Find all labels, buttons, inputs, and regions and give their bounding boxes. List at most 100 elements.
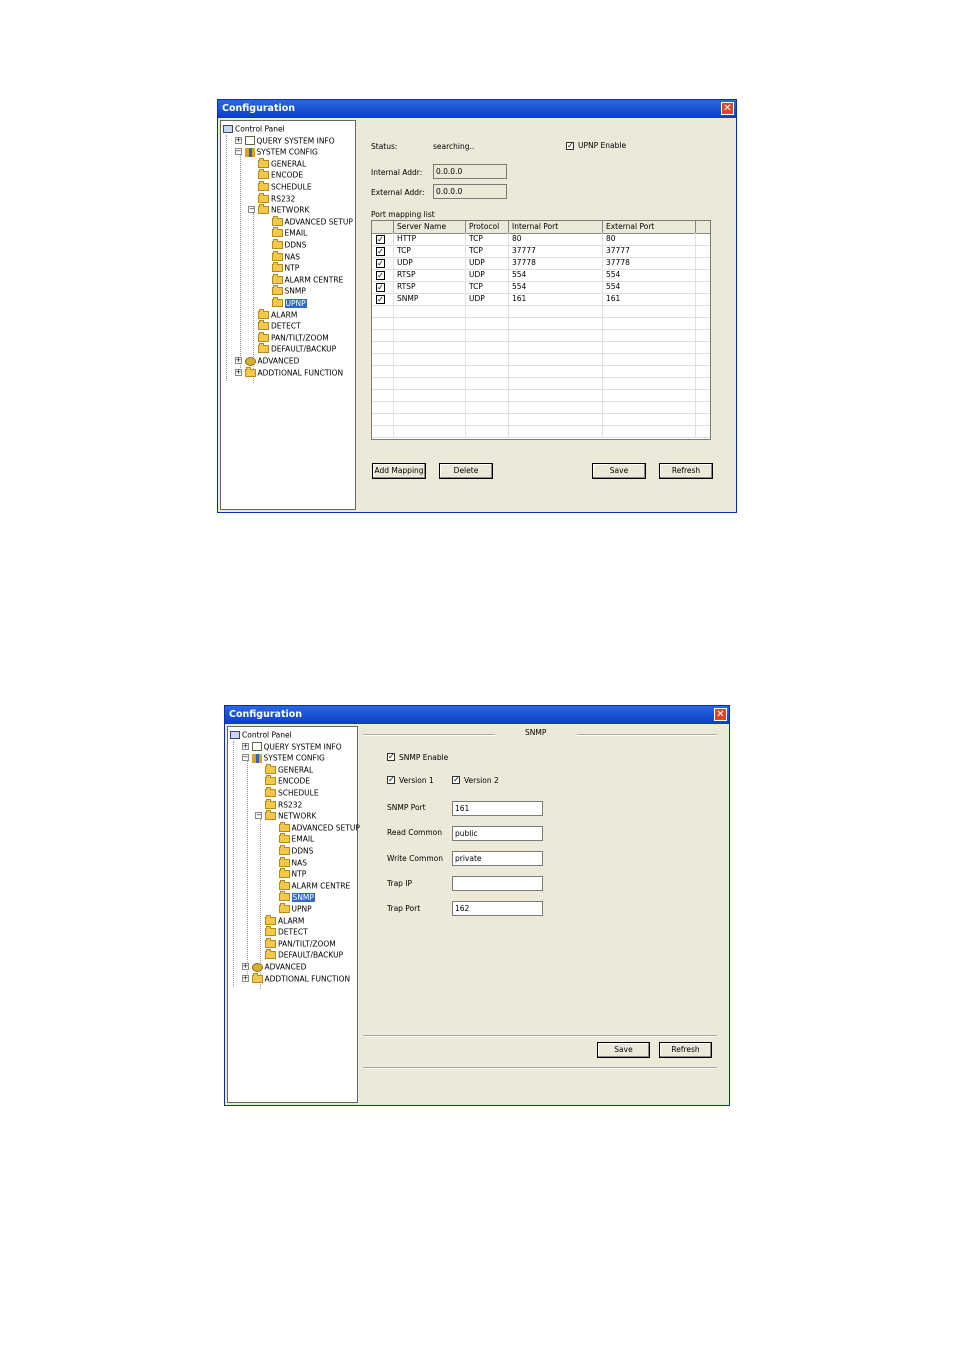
tree-ntp[interactable]: NTP [278, 868, 306, 879]
tree-detect[interactable]: DETECT [258, 320, 301, 331]
internal-port-cell [509, 425, 603, 437]
tree-ddns[interactable]: DDNS [278, 845, 313, 856]
tree-advanced[interactable]: ADVANCED [251, 961, 306, 972]
tree-encode[interactable]: ENCODE [265, 775, 310, 786]
expand-icon[interactable]: + [234, 136, 242, 144]
tree-query-system-info[interactable]: QUERY SYSTEM INFO [244, 135, 335, 146]
tree-item-label: ALARM CENTRE [291, 881, 351, 891]
row-checkbox[interactable]: ✓ [376, 295, 385, 304]
tree-pan-tilt-zoom[interactable]: PAN/TILT/ZOOM [265, 937, 336, 949]
tree-system-config[interactable]: SYSTEM CONFIG [244, 146, 318, 157]
expand-icon[interactable]: + [241, 963, 249, 970]
tree-system-config[interactable]: SYSTEM CONFIG [251, 752, 325, 763]
tree-default-backup[interactable]: DEFAULT/BACKUP [265, 949, 343, 960]
folder-icon [244, 366, 256, 377]
internal-port-cell [509, 365, 603, 377]
row-checkbox[interactable]: ✓ [376, 271, 385, 280]
collapse-icon[interactable]: − [234, 148, 242, 156]
expand-icon[interactable]: + [241, 742, 249, 750]
tree-alarm-centre[interactable]: ALARM CENTRE [278, 879, 351, 891]
config-icon [251, 753, 262, 763]
tree-snmp[interactable]: SNMP [271, 285, 306, 296]
trap-port-input[interactable]: 162 [452, 901, 543, 916]
tree-item-label: ENCODE [271, 170, 304, 180]
collapse-icon[interactable]: − [255, 812, 262, 820]
header-external-port[interactable]: External Port [603, 221, 696, 233]
tree-general[interactable]: GENERAL [265, 763, 313, 775]
row-checkbox[interactable]: ✓ [376, 235, 385, 244]
save-button[interactable]: Save [592, 463, 646, 479]
close-icon[interactable]: ✕ [721, 102, 734, 115]
server-name-cell: RTSP [394, 269, 466, 281]
row-checkbox[interactable]: ✓ [376, 283, 385, 292]
tree-email[interactable]: EMAIL [271, 227, 307, 238]
tree-network[interactable]: NETWORK [258, 204, 309, 215]
protocol-cell [466, 425, 509, 437]
tree-item-label: EMAIL [291, 834, 315, 844]
folder-icon [258, 308, 269, 319]
tree-ddns[interactable]: DDNS [271, 239, 306, 250]
delete-button[interactable]: Delete [439, 463, 493, 479]
tree-email[interactable]: EMAIL [278, 833, 315, 844]
tree-encode[interactable]: ENCODE [258, 169, 303, 180]
internal-port-cell: 80 [509, 233, 603, 245]
close-icon[interactable]: ✕ [714, 708, 727, 721]
read-common-input[interactable]: public [452, 826, 543, 841]
collapse-icon[interactable]: − [248, 206, 255, 214]
tree-alarm[interactable]: ALARM [258, 308, 297, 320]
port-mapping-table[interactable]: Server Name Protocol Internal Port Exter… [371, 220, 711, 440]
server-name-cell: TCP [394, 245, 466, 257]
tree-guide-line [239, 154, 241, 372]
expand-icon[interactable]: + [234, 357, 242, 364]
expand-icon[interactable]: + [241, 974, 249, 982]
tree-additional-function[interactable]: ADDTIONAL FUNCTION [244, 366, 343, 378]
save-button[interactable]: Save [597, 1042, 650, 1058]
tree-network[interactable]: NETWORK [265, 810, 316, 821]
tree-schedule[interactable]: SCHEDULE [258, 181, 312, 192]
navigation-tree: Control Panel + QUERY SYSTEM INFO − SYSTEM C… [220, 120, 356, 510]
version2-checkbox[interactable]: ✓ [452, 776, 460, 784]
tree-control-panel[interactable]: Control Panel [223, 123, 285, 134]
tree-upnp[interactable]: UPNP [271, 297, 307, 308]
tree-advanced-setup[interactable]: ADVANCED SETUP [278, 821, 360, 833]
header-internal-port[interactable]: Internal Port [509, 221, 603, 233]
tree-general[interactable]: GENERAL [258, 157, 306, 169]
version1-checkbox[interactable]: ✓ [387, 776, 395, 784]
tree-query-system-info[interactable]: QUERY SYSTEM INFO [251, 741, 342, 752]
tree-rs232[interactable]: RS232 [265, 798, 302, 810]
server-name-cell: RTSP [394, 281, 466, 293]
expand-icon[interactable]: + [234, 368, 242, 376]
snmp-port-input[interactable]: 161 [452, 801, 543, 816]
header-protocol[interactable]: Protocol [466, 221, 509, 233]
tree-rs232[interactable]: RS232 [258, 192, 295, 204]
tree-advanced[interactable]: ADVANCED [244, 355, 299, 366]
header-server-name[interactable]: Server Name [394, 221, 466, 233]
snmp-enable-checkbox[interactable]: ✓ [387, 753, 395, 761]
tree-default-backup[interactable]: DEFAULT/BACKUP [258, 343, 336, 354]
tree-advanced-setup[interactable]: ADVANCED SETUP [271, 215, 353, 227]
tree-additional-function[interactable]: ADDTIONAL FUNCTION [251, 972, 350, 984]
tree-nas[interactable]: NAS [271, 250, 300, 262]
tree-ntp[interactable]: NTP [271, 262, 299, 273]
collapse-icon[interactable]: − [241, 754, 249, 762]
tree-pan-tilt-zoom[interactable]: PAN/TILT/ZOOM [258, 331, 329, 343]
refresh-button[interactable]: Refresh [659, 463, 713, 479]
add-mapping-button[interactable]: Add Mapping [372, 463, 426, 479]
tree-alarm-centre[interactable]: ALARM CENTRE [271, 273, 343, 285]
tree-schedule[interactable]: SCHEDULE [265, 787, 319, 798]
row-checkbox[interactable]: ✓ [376, 259, 385, 268]
tree-snmp[interactable]: SNMP [278, 891, 315, 902]
write-common-input[interactable]: private [452, 851, 543, 866]
tree-detect[interactable]: DETECT [265, 926, 308, 937]
tree-upnp[interactable]: UPNP [278, 903, 312, 914]
folder-icon [271, 215, 283, 226]
tree-alarm[interactable]: ALARM [265, 914, 304, 926]
trap-ip-input[interactable] [452, 876, 543, 891]
tree-nas[interactable]: NAS [278, 856, 307, 868]
tree-control-panel[interactable]: Control Panel [230, 729, 292, 740]
upnp-enable-checkbox[interactable]: ✓ [566, 142, 574, 150]
row-checkbox[interactable]: ✓ [376, 247, 385, 256]
table-row[interactable] [372, 425, 710, 438]
refresh-button[interactable]: Refresh [659, 1042, 712, 1058]
folder-icon [278, 833, 290, 844]
